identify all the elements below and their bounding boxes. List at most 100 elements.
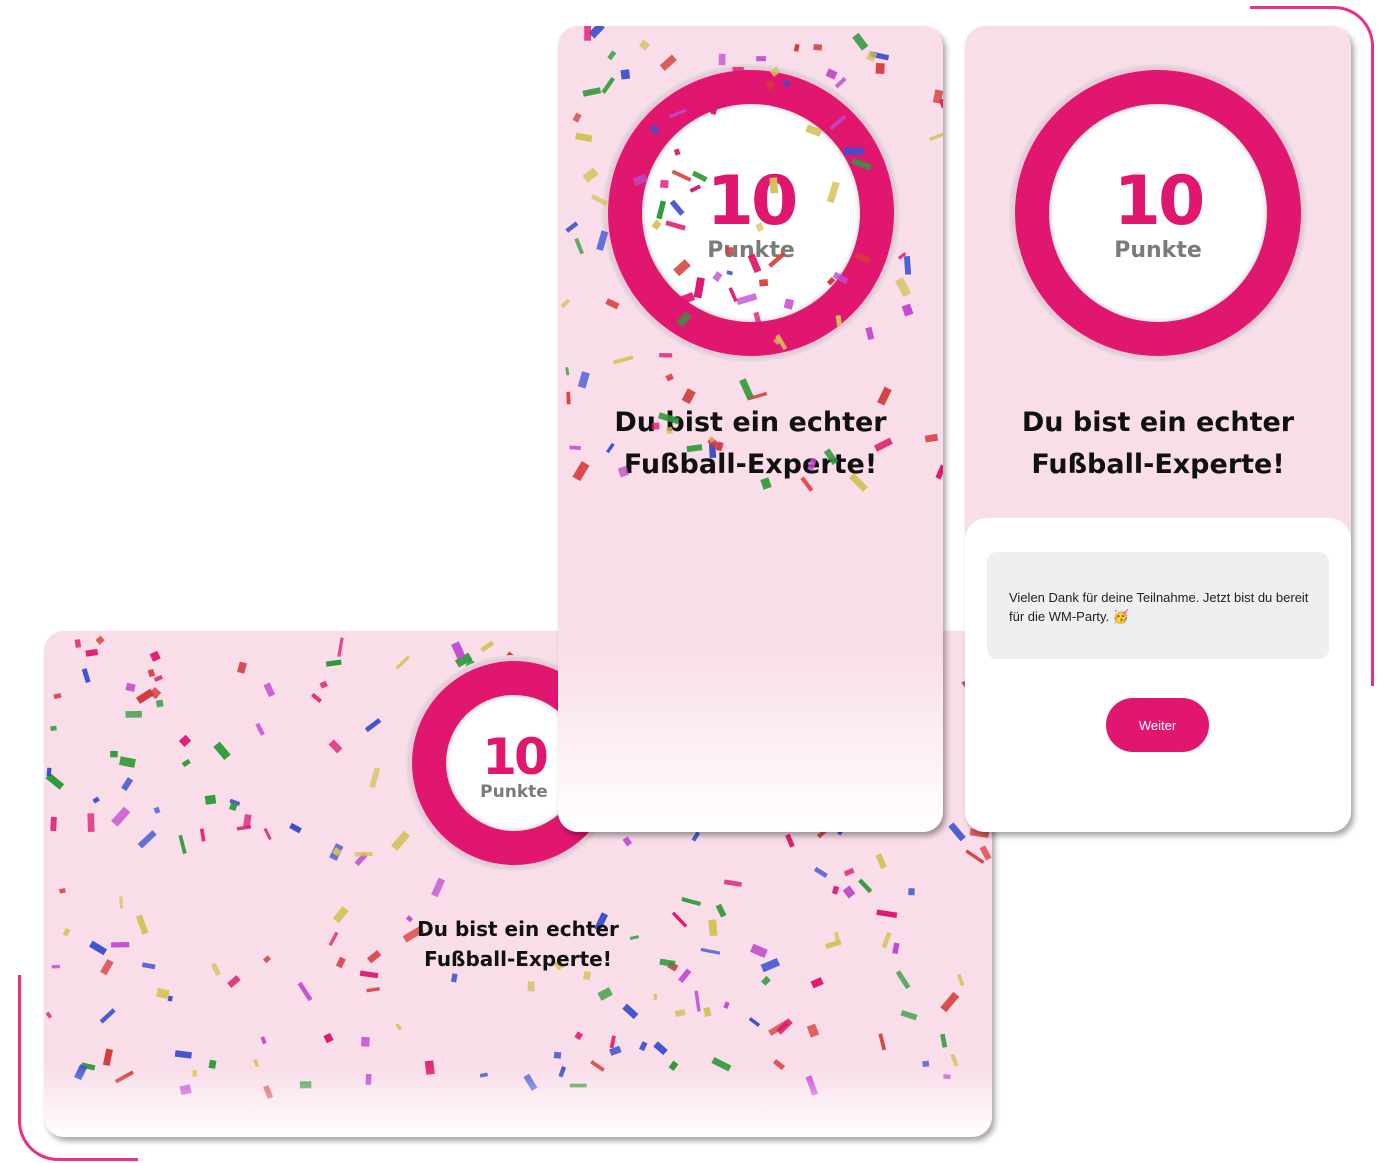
confetti-piece xyxy=(703,1007,712,1017)
continue-button[interactable]: Weiter xyxy=(1106,698,1209,752)
confetti-piece xyxy=(607,50,617,61)
confetti-piece xyxy=(289,822,302,834)
confetti-piece xyxy=(948,822,966,842)
confetti-piece xyxy=(59,888,66,894)
confetti-piece xyxy=(756,56,766,62)
confetti-piece xyxy=(582,87,602,97)
confetti-piece xyxy=(236,825,252,831)
confetti-piece xyxy=(53,693,62,700)
confetti-piece xyxy=(605,298,620,310)
confetti-piece xyxy=(328,739,343,754)
confetti-piece xyxy=(167,995,173,1002)
result-headline: Du bist ein echter Fußball-Experte! xyxy=(965,402,1351,486)
confetti-piece xyxy=(391,830,411,851)
confetti-piece xyxy=(354,852,368,866)
score-label: Punkte xyxy=(707,238,795,263)
score-value: 10 xyxy=(482,727,549,786)
confetti-piece xyxy=(110,750,118,758)
confetti-piece xyxy=(181,758,191,768)
confetti-piece xyxy=(431,877,445,898)
confetti-piece xyxy=(199,828,206,842)
confetti-piece xyxy=(878,1033,887,1051)
score-label: Punkte xyxy=(480,781,548,802)
confetti-piece xyxy=(227,975,241,989)
confetti-piece xyxy=(81,668,91,684)
confetti-piece xyxy=(253,1058,260,1068)
confetti-piece xyxy=(153,674,163,682)
confetti-piece xyxy=(255,722,265,736)
confetti-piece xyxy=(842,885,856,899)
result-headline: Du bist ein echter Fußball-Experte! xyxy=(44,914,992,974)
confetti-piece xyxy=(87,813,95,833)
confetti-piece xyxy=(360,1036,370,1047)
confetti-piece xyxy=(718,53,726,66)
result-card-mobile-final: 10 Punkte Du bist ein echter Fußball-Exp… xyxy=(965,26,1351,832)
score-circle: 10 Punkte xyxy=(1049,104,1267,322)
confetti-piece xyxy=(111,806,131,827)
confetti-piece xyxy=(136,688,155,704)
confetti-piece xyxy=(965,849,985,864)
confetti-piece xyxy=(694,990,701,1012)
confetti-piece xyxy=(395,655,410,670)
confetti-piece xyxy=(768,1020,789,1036)
confetti-piece xyxy=(582,167,599,183)
confetti-piece xyxy=(810,977,824,989)
confetti-piece xyxy=(311,692,322,704)
confetti-piece xyxy=(908,888,915,896)
confetti-piece xyxy=(125,710,142,718)
confetti-piece xyxy=(364,718,382,733)
confetti-piece xyxy=(653,993,658,1000)
confetti-piece xyxy=(395,1023,403,1031)
confetti-piece xyxy=(659,352,673,358)
confetti-piece xyxy=(806,1023,820,1038)
confetti-piece xyxy=(153,806,161,814)
confetti-piece xyxy=(843,867,855,877)
confetti-piece xyxy=(560,298,571,309)
confetti-piece xyxy=(609,1045,622,1056)
confetti-piece xyxy=(369,767,381,789)
confetti-piece xyxy=(869,51,890,61)
confetti-piece xyxy=(229,802,238,812)
bottom-fade xyxy=(44,1067,992,1137)
confetti-piece xyxy=(237,661,247,674)
confetti-piece xyxy=(149,687,162,700)
score-value: 10 xyxy=(1113,162,1206,241)
confetti-piece xyxy=(147,668,156,678)
result-bottom-panel: Vielen Dank für deine Teilnahme. Jetzt b… xyxy=(965,518,1351,832)
confetti-piece xyxy=(119,756,136,768)
confetti-piece xyxy=(155,699,164,708)
confetti-piece xyxy=(204,794,217,805)
confetti-piece xyxy=(149,650,161,662)
confetti-piece xyxy=(584,26,592,41)
confetti-piece xyxy=(565,367,570,376)
confetti-piece xyxy=(74,639,82,648)
confetti-piece xyxy=(213,741,231,760)
confetti-piece xyxy=(99,1008,116,1024)
thank-you-message: Vielen Dank für deine Teilnahme. Jetzt b… xyxy=(987,552,1329,659)
confetti-piece xyxy=(572,112,582,123)
confetti-piece xyxy=(950,1053,959,1067)
confetti-piece xyxy=(596,230,609,251)
confetti-piece xyxy=(366,986,380,993)
confetti-piece xyxy=(834,76,847,89)
headline-line-1: Du bist ein echter xyxy=(614,407,887,438)
headline-line-2: Fußball-Experte! xyxy=(623,449,878,480)
confetti-piece xyxy=(465,658,475,670)
confetti-piece xyxy=(451,641,466,660)
confetti-piece xyxy=(319,680,328,689)
score-circle: 10 Punkte xyxy=(642,104,860,322)
confetti-piece xyxy=(85,648,99,657)
confetti-piece xyxy=(653,1041,668,1056)
confetti-piece xyxy=(620,69,631,80)
confetti-piece xyxy=(577,371,590,389)
confetti-piece xyxy=(329,843,344,861)
result-headline: Du bist ein echter Fußball-Experte! xyxy=(558,402,943,486)
confetti-piece xyxy=(940,1033,948,1048)
confetti-piece xyxy=(938,98,943,109)
confetti-piece xyxy=(45,772,65,790)
confetti-piece xyxy=(929,131,943,141)
confetti-piece xyxy=(903,256,912,275)
confetti-piece xyxy=(263,682,276,698)
confetti-piece xyxy=(574,237,584,255)
confetti-piece xyxy=(325,659,342,667)
